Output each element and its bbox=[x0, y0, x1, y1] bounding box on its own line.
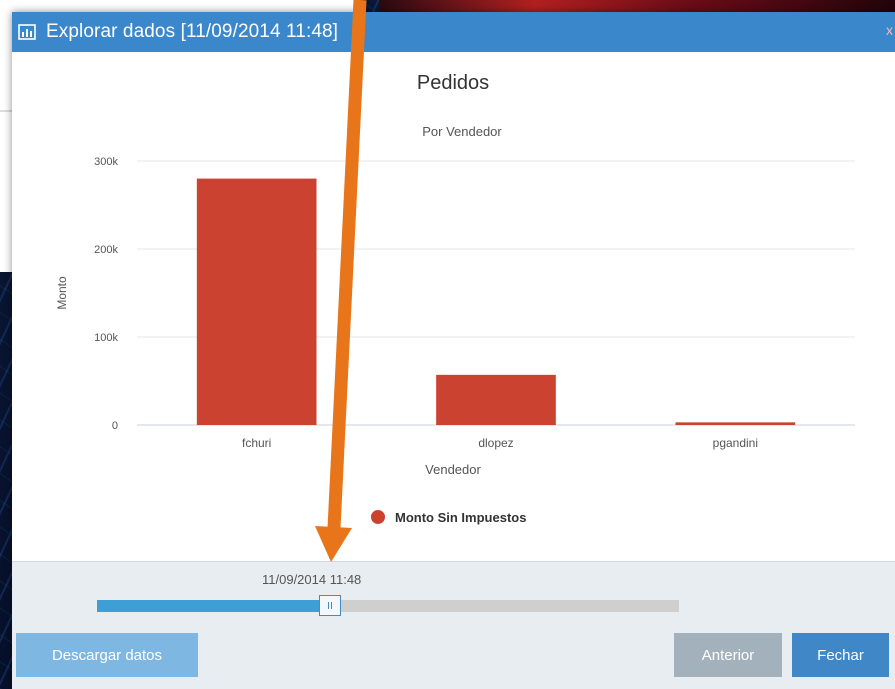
y-axis-label: Monto bbox=[55, 276, 69, 310]
bar-chart-icon bbox=[18, 23, 36, 41]
x-axis-label: Vendedor bbox=[425, 462, 481, 477]
slider-handle[interactable] bbox=[318, 595, 341, 616]
chart-subtitle: Por Vendedor bbox=[422, 124, 502, 139]
bar-chart: Pedidos Por Vendedor 0 100k 200k 300k Monto fch… bbox=[55, 72, 855, 525]
background-image-strip bbox=[380, 0, 895, 12]
explore-data-dialog: Explorar dados [11/09/2014 11:48] x Pedi… bbox=[12, 12, 895, 689]
chart-area: Pedidos Por Vendedor 0 100k 200k 300k Monto fch… bbox=[12, 52, 895, 562]
y-tick-label: 100k bbox=[94, 332, 118, 344]
legend-label: Monto Sin Impuestos bbox=[395, 510, 526, 525]
bar-dlopez bbox=[436, 374, 556, 425]
bar-pgandini bbox=[675, 422, 796, 425]
dialog-title: Explorar dados [11/09/2014 11:48] bbox=[46, 21, 339, 42]
x-tick-label: fchuri bbox=[242, 436, 271, 450]
y-tick-label: 300k bbox=[94, 156, 118, 168]
previous-button[interactable]: Anterior bbox=[674, 633, 782, 677]
slider-fill bbox=[97, 600, 330, 612]
dialog-footer: 11/09/2014 11:48 Descargar datos Anterio… bbox=[12, 561, 895, 689]
download-data-button[interactable]: Descargar datos bbox=[16, 633, 198, 677]
x-tick-label: pgandini bbox=[713, 436, 758, 450]
y-tick-label: 200k bbox=[94, 244, 118, 256]
x-tick-label: dlopez bbox=[478, 436, 513, 450]
slider-value-label: 11/09/2014 11:48 bbox=[262, 572, 362, 587]
legend-marker bbox=[371, 510, 385, 524]
close-icon[interactable]: x bbox=[886, 22, 893, 38]
time-slider[interactable] bbox=[97, 595, 679, 616]
chart-title: Pedidos bbox=[417, 72, 489, 94]
close-button[interactable]: Fechar bbox=[792, 633, 889, 677]
y-tick-label: 0 bbox=[112, 420, 118, 432]
bar-fchuri bbox=[196, 178, 317, 425]
dialog-titlebar[interactable]: Explorar dados [11/09/2014 11:48] x bbox=[12, 12, 895, 52]
